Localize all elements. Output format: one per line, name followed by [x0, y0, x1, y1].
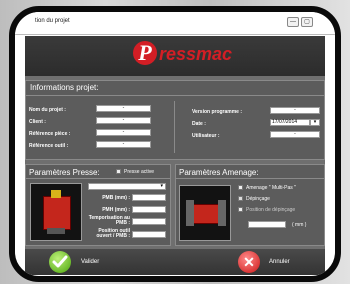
unwind-position-checkbox[interactable] — [238, 207, 243, 212]
unwind-position-label: Position de dépinçage — [246, 207, 296, 213]
multi-step-label: Amenage " Multi-Pas " — [246, 185, 296, 191]
project-info-heading: Informations projet: — [30, 83, 99, 92]
pressmac-logo-icon: P — [133, 41, 157, 65]
project-info-section: Informations projet: Nom du projet : - C… — [25, 80, 325, 160]
press-active-checkbox[interactable] — [116, 169, 121, 174]
action-bar: Valider ✕ Annuler — [25, 249, 325, 275]
calendar-dropdown-icon[interactable]: ▾ — [310, 119, 320, 126]
feed-params-heading: Paramètres Amenage: — [179, 168, 259, 177]
validate-button[interactable]: Valider — [81, 259, 99, 265]
press-machine-image — [30, 183, 82, 241]
press-select-dropdown[interactable]: ▾ — [88, 183, 166, 190]
part-ref-label: Référence pièce : — [29, 131, 71, 137]
tool-position-field[interactable] — [132, 231, 166, 238]
pmh-label: PMH (mm) : — [102, 207, 130, 213]
date-label: Date : — [192, 121, 206, 127]
client-field[interactable]: - — [96, 117, 151, 124]
tool-ref-label: Référence outil : — [29, 143, 69, 149]
maximize-button[interactable]: ▢ — [301, 17, 313, 27]
minimize-button[interactable]: — — [287, 17, 299, 27]
pmb-field[interactable] — [132, 194, 166, 201]
cancel-button[interactable]: Annuler — [269, 259, 290, 265]
project-name-label: Nom du projet : — [29, 107, 66, 113]
delay-field[interactable] — [132, 218, 166, 225]
client-label: Client : — [29, 119, 46, 125]
version-field[interactable]: - — [270, 107, 320, 114]
unwind-label: Dépinçage — [246, 196, 270, 202]
press-params-heading: Paramètres Presse: — [29, 168, 100, 177]
user-label: Utilisateur : — [192, 133, 220, 139]
main-panel: P ressmac Informations projet: Nom du pr… — [25, 36, 325, 275]
pressmac-logo-text: ressmac — [159, 44, 233, 64]
logo-banner: P ressmac — [25, 36, 325, 76]
unit-label: ( mm ) — [292, 222, 307, 228]
tool-position-label: Position outil ouvert / PMB : — [96, 228, 130, 239]
pmh-field[interactable] — [132, 206, 166, 213]
user-field[interactable]: - — [270, 131, 320, 138]
tool-ref-field[interactable]: - — [96, 141, 151, 148]
validate-check-icon[interactable] — [49, 251, 71, 273]
multi-step-checkbox[interactable] — [238, 185, 243, 190]
feeder-machine-image — [179, 185, 231, 241]
press-params-section: Paramètres Presse: Presse active ▾ PMB (… — [25, 164, 171, 246]
title-bar: tion du projet — ▢ — [15, 12, 335, 35]
project-window: tion du projet — ▢ P ressmac Information… — [9, 6, 341, 282]
delay-label: Temporisation au PMB : — [88, 215, 130, 226]
pmb-label: PMB (mm) : — [102, 195, 130, 201]
date-field[interactable]: 17/07/2014 — [270, 119, 310, 126]
version-label: Version programme : — [192, 109, 243, 115]
cancel-x-icon[interactable]: ✕ — [238, 251, 260, 273]
unwind-checkbox[interactable] — [238, 196, 243, 201]
project-name-field[interactable]: - — [96, 105, 151, 112]
feed-params-section: Paramètres Amenage: Amenage " Multi-Pas … — [175, 164, 325, 246]
window-title: tion du projet — [35, 18, 70, 24]
unwind-position-field[interactable] — [248, 221, 286, 228]
press-active-label: Presse active — [124, 169, 155, 175]
part-ref-field[interactable]: - — [96, 129, 151, 136]
